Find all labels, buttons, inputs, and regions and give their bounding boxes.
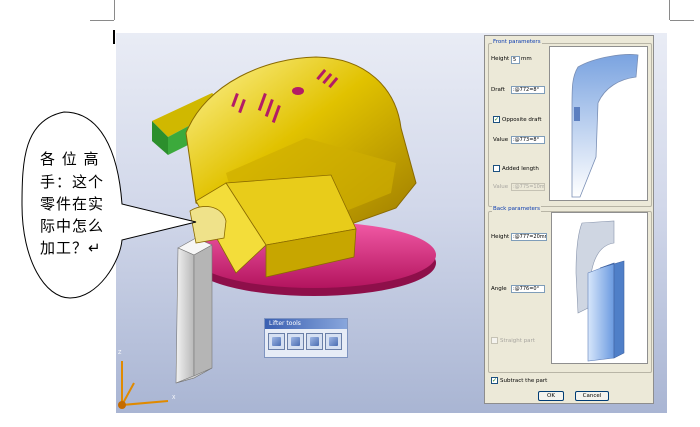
back-height-field[interactable]: :@777=20mm [511,233,547,241]
page-corner-mark-left-h [90,20,114,21]
front-parameters-title: Front parameters [492,39,542,45]
added-value-field[interactable]: :@775=10mm [511,183,545,191]
back-profile-drawing [575,220,625,362]
subtract-part-check-mark: ✓ [492,377,498,384]
cancel-button[interactable]: Cancel [575,391,609,401]
back-preview-image [551,212,648,364]
opposite-draft-checkbox[interactable]: ✓ [493,116,500,123]
lifter-create-icon[interactable] [268,333,285,350]
straight-part-label: Straight part [500,338,535,344]
added-length-checkbox[interactable] [493,165,500,172]
bubble-line-1: 各 位 高 [40,150,100,168]
page-corner-mark-right-v [669,0,670,20]
added-value-label: Value [493,184,509,190]
back-parameters-title: Back parameters [492,206,542,212]
axis-triad [118,361,169,409]
front-preview-image [549,46,648,201]
lifter-bar [175,206,227,384]
straight-part-checkbox[interactable] [491,337,498,344]
subtract-part-checkbox[interactable]: ✓ [491,377,498,384]
front-draft-label: Draft [491,87,505,93]
lifter-tools-title: Lifter tools [265,319,347,329]
axis-z-label: Z [118,350,122,356]
front-value-label: Value [493,137,509,143]
lifter-edit-icon[interactable] [287,333,304,350]
page-corner-mark-right-h [670,20,694,21]
bubble-line-5: 加工？↵ [40,239,102,257]
text-cursor [113,30,115,44]
front-profile-drawing [571,54,639,198]
subtract-part-label: Subtract the part [500,378,548,384]
lifter-parameters-panel: Front parameters Height 5 mm Draft :@772… [484,35,654,404]
front-draft-field[interactable]: :@772=8° [511,86,545,94]
front-height-field[interactable]: 5 [511,56,520,64]
back-height-label: Height [491,234,510,240]
back-angle-field[interactable]: :@776=0° [511,285,545,293]
page-corner-mark-left-v [114,0,115,20]
lifter-settings-icon[interactable] [325,333,342,350]
front-height-unit: mm [521,56,532,62]
lifter-move-icon[interactable] [306,333,323,350]
axis-x-label: X [172,395,176,401]
ok-button[interactable]: OK [538,391,564,401]
back-angle-label: Angle [491,286,507,292]
front-value-field[interactable]: :@773=8° [511,136,545,144]
bubble-line-4: 际中怎么 [40,217,105,235]
bubble-line-2: 手：这个 [40,173,105,191]
opposite-draft-label: Opposite draft [502,117,542,123]
front-height-label: Height [491,56,510,62]
lifter-tools-toolbar[interactable]: Lifter tools [264,318,348,358]
opposite-draft-check-mark: ✓ [494,116,500,123]
added-length-label: Added length [502,166,539,172]
bubble-line-3: 零件在实 [40,195,105,213]
